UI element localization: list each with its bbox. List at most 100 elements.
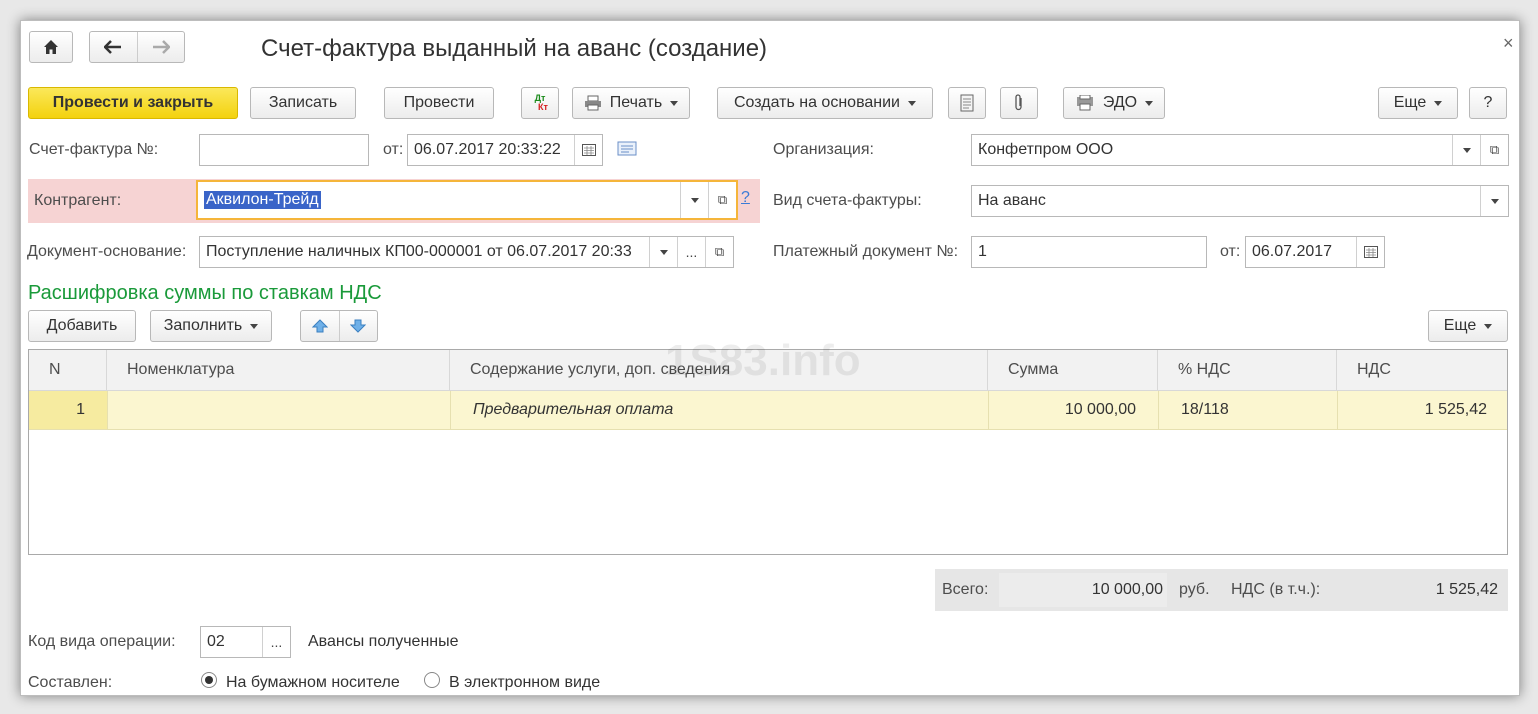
- contractor-input[interactable]: Аквилон-Трейд ⧉: [196, 180, 738, 220]
- chevron-down-icon: [1462, 147, 1471, 153]
- forward-button[interactable]: [136, 32, 184, 62]
- print-label: Печать: [609, 94, 663, 111]
- contractor-help-link[interactable]: ?: [741, 189, 750, 207]
- org-open-button[interactable]: ⧉: [1480, 135, 1508, 165]
- watermark: 1S83.info: [665, 336, 861, 385]
- chevron-down-icon: [690, 197, 699, 203]
- invoice-type-dropdown-button[interactable]: [1480, 186, 1508, 216]
- contractor-value: Аквилон-Трейд: [204, 191, 321, 209]
- move-up-button[interactable]: [301, 311, 339, 341]
- org-value: Конфетпром ООО: [978, 141, 1114, 158]
- base-doc-select-button[interactable]: ...: [677, 237, 705, 267]
- op-code-description: Авансы полученные: [308, 633, 459, 650]
- edo-icon: [1076, 95, 1093, 111]
- pay-doc-input[interactable]: 1: [971, 236, 1207, 268]
- chevron-down-icon: [908, 100, 916, 106]
- radio-paper[interactable]: [201, 672, 217, 688]
- document-icon: [960, 94, 974, 112]
- chevron-down-icon: [1145, 100, 1154, 106]
- home-icon: [44, 40, 58, 54]
- attachment-button[interactable]: [1000, 87, 1038, 119]
- composed-label: Составлен:: [28, 674, 113, 691]
- arrow-down-icon: [350, 319, 367, 333]
- back-button[interactable]: [90, 32, 137, 62]
- total-label: Всего:: [942, 581, 989, 598]
- chevron-down-icon: [670, 100, 679, 106]
- more-button[interactable]: Еще: [1378, 87, 1458, 119]
- post-and-close-button[interactable]: Провести и закрыть: [28, 87, 238, 119]
- table-row[interactable]: 1 Предварительная оплата 10 000,00 18/11…: [29, 391, 1507, 430]
- dt-kt-button[interactable]: Дт Кт: [521, 87, 559, 119]
- chevron-down-icon: [250, 323, 259, 329]
- radio-electronic[interactable]: [424, 672, 440, 688]
- contractor-open-button[interactable]: ⧉: [708, 182, 736, 218]
- printer-icon: [584, 95, 601, 111]
- fill-button[interactable]: Заполнить: [150, 310, 272, 342]
- col-header-sum[interactable]: Сумма: [988, 350, 1158, 390]
- document-window: Счет-фактура выданный на аванс (создание…: [20, 20, 1520, 696]
- col-header-nomenclature[interactable]: Номенклатура: [107, 350, 450, 390]
- print-button[interactable]: Печать: [572, 87, 690, 119]
- cell-vat: 1 525,42: [1337, 391, 1507, 429]
- open-window-icon: ⧉: [717, 192, 728, 207]
- post-button[interactable]: Провести: [384, 87, 494, 119]
- pay-calendar-button[interactable]: [1356, 237, 1384, 267]
- radio-dot: [205, 676, 213, 684]
- vat-total-label: НДС (в т.ч.):: [1231, 581, 1321, 598]
- contractor-dropdown-button[interactable]: [680, 182, 708, 218]
- comment-icon[interactable]: [617, 141, 637, 162]
- total-value: 10 000,00: [1091, 581, 1163, 598]
- vat-total-value: 1 525,42: [1435, 581, 1498, 598]
- edo-label: ЭДО: [1102, 94, 1138, 111]
- op-code-select-button[interactable]: ...: [262, 627, 290, 657]
- invoice-no-input[interactable]: [199, 134, 369, 166]
- arrow-right-icon: [152, 40, 170, 54]
- cell-content: Предварительная оплата: [450, 391, 988, 429]
- org-input[interactable]: Конфетпром ООО ⧉: [971, 134, 1509, 166]
- chevron-down-icon: [1484, 323, 1493, 329]
- save-button[interactable]: Записать: [250, 87, 356, 119]
- org-label: Организация:: [773, 141, 874, 158]
- base-doc-open-button[interactable]: ⧉: [705, 237, 733, 267]
- chevron-down-icon: [659, 249, 668, 255]
- calendar-button[interactable]: [574, 135, 602, 165]
- date-from-label: от:: [383, 141, 404, 158]
- op-code-input[interactable]: 02 ...: [200, 626, 291, 658]
- document-report-button[interactable]: [948, 87, 986, 119]
- radio-electronic-label[interactable]: В электронном виде: [449, 674, 600, 692]
- op-code-value: 02: [207, 633, 225, 650]
- org-dropdown-button[interactable]: [1452, 135, 1480, 165]
- pay-date-input[interactable]: 06.07.2017: [1245, 236, 1385, 268]
- vat-table: N Номенклатура Содержание услуги, доп. с…: [28, 336, 1508, 555]
- op-code-label: Код вида операции:: [28, 633, 176, 650]
- base-doc-input[interactable]: Поступление наличных КП00-000001 от 06.0…: [199, 236, 734, 268]
- section-title: Расшифровка суммы по ставкам НДС: [28, 282, 382, 304]
- open-window-icon: ⧉: [714, 244, 725, 259]
- create-based-on-label: Создать на основании: [734, 94, 900, 111]
- radio-paper-label[interactable]: На бумажном носителе: [226, 674, 400, 692]
- close-icon[interactable]: ×: [1503, 33, 1514, 54]
- page-title: Счет-фактура выданный на аванс (создание…: [261, 35, 768, 62]
- contractor-label: Контрагент:: [34, 192, 122, 209]
- edo-button[interactable]: ЭДО: [1063, 87, 1165, 119]
- add-row-button[interactable]: Добавить: [28, 310, 136, 342]
- date-value: 06.07.2017 20:33:22: [414, 141, 561, 158]
- help-button[interactable]: ?: [1469, 87, 1507, 119]
- arrow-left-icon: [104, 40, 122, 54]
- invoice-type-select[interactable]: На аванс: [971, 185, 1509, 217]
- nav-buttons: [89, 31, 185, 63]
- move-down-button[interactable]: [338, 311, 378, 341]
- fill-label: Заполнить: [163, 317, 243, 334]
- col-header-vat-rate[interactable]: % НДС: [1158, 350, 1337, 390]
- invoice-type-label: Вид счета-фактуры:: [773, 192, 922, 209]
- paperclip-icon: [1015, 94, 1022, 111]
- col-header-n[interactable]: N: [29, 350, 107, 390]
- date-input[interactable]: 06.07.2017 20:33:22: [407, 134, 603, 166]
- home-button[interactable]: [29, 31, 73, 63]
- col-header-vat[interactable]: НДС: [1337, 350, 1507, 390]
- base-doc-dropdown-button[interactable]: [649, 237, 677, 267]
- create-based-on-button[interactable]: Создать на основании: [717, 87, 933, 119]
- calendar-icon: [1363, 246, 1378, 258]
- invoice-type-value: На аванс: [978, 192, 1046, 209]
- table-more-button[interactable]: Еще: [1428, 310, 1508, 342]
